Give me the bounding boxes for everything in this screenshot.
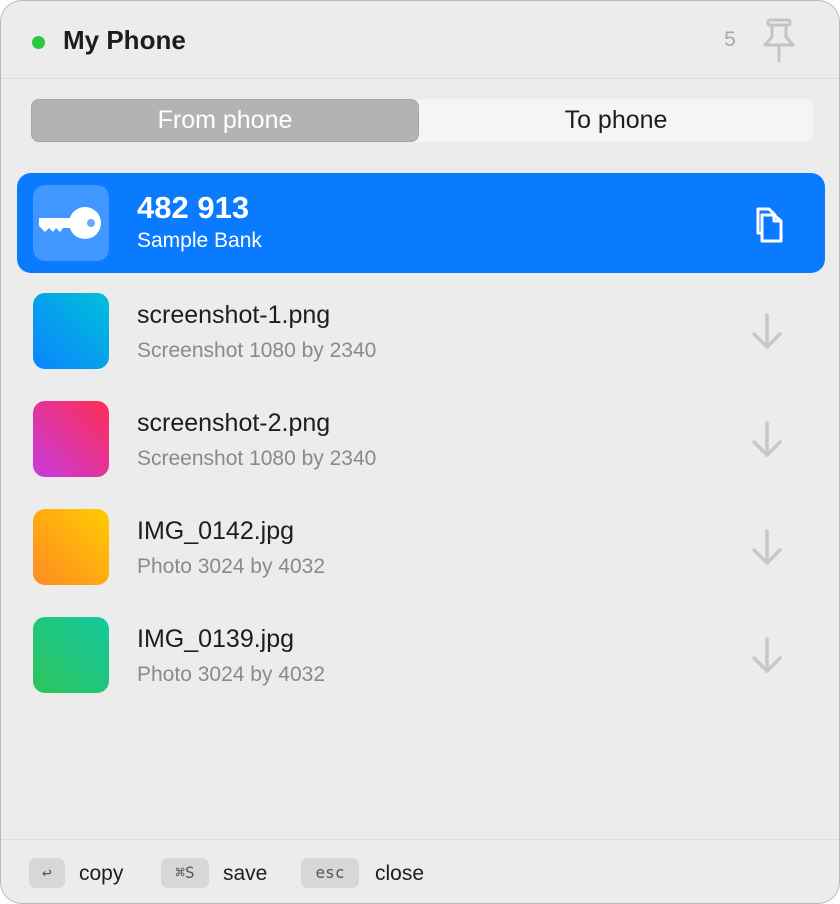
image-thumbnail [33, 617, 109, 693]
list-item-file[interactable]: IMG_0142.jpg Photo 3024 by 4032 [17, 497, 825, 597]
device-name: My Phone [63, 25, 186, 55]
item-title: 482 913 [137, 190, 250, 225]
item-subtitle: Screenshot 1080 by 2340 [137, 339, 377, 362]
save-shortcut-label: save [223, 862, 268, 885]
image-thumbnail [33, 293, 109, 369]
list-item-file[interactable]: IMG_0139.jpg Photo 3024 by 4032 [17, 605, 825, 705]
return-key-hint: ↩ [29, 858, 65, 888]
item-subtitle: Sample Bank [137, 229, 262, 252]
download-button[interactable] [745, 633, 789, 677]
download-button[interactable] [745, 525, 789, 569]
copy-shortcut-label: copy [79, 862, 124, 885]
list-item-file[interactable]: screenshot-1.png Screenshot 1080 by 2340 [17, 281, 825, 381]
item-subtitle: Photo 3024 by 4032 [137, 555, 325, 578]
keyboard-shortcuts-bar: ↩ copy ⌘S save esc close [1, 839, 839, 903]
close-shortcut-label: close [375, 862, 425, 885]
list-item-file[interactable]: screenshot-2.png Screenshot 1080 by 2340 [17, 389, 825, 489]
copy-button[interactable] [745, 201, 789, 245]
item-title: IMG_0142.jpg [137, 517, 295, 545]
list-item-code[interactable]: 482 913 Sample Bank [17, 173, 825, 273]
item-count: 5 [724, 28, 736, 51]
item-title: IMG_0139.jpg [137, 625, 295, 653]
pin-button[interactable] [757, 15, 801, 65]
download-arrow-icon [752, 421, 782, 457]
item-title: screenshot-2.png [137, 409, 331, 437]
download-button[interactable] [745, 309, 789, 353]
esc-key-hint: esc [301, 858, 359, 888]
pin-icon [763, 18, 795, 63]
key-icon [39, 207, 101, 239]
tab-to-phone[interactable]: To phone [419, 99, 813, 142]
direction-segmented-control: From phone To phone [31, 99, 813, 142]
connection-status-dot [32, 36, 45, 49]
item-title: screenshot-1.png [137, 301, 331, 329]
tab-from-phone[interactable]: From phone [31, 99, 419, 142]
item-subtitle: Photo 3024 by 4032 [137, 663, 325, 686]
item-subtitle: Screenshot 1080 by 2340 [137, 447, 377, 470]
download-arrow-icon [752, 313, 782, 349]
image-thumbnail [33, 401, 109, 477]
download-arrow-icon [752, 637, 782, 673]
cmd-s-key-hint: ⌘S [161, 858, 209, 888]
image-thumbnail [33, 509, 109, 585]
phone-transfer-window: My Phone 5 From phone To phone 482 913 S… [0, 0, 840, 904]
header: My Phone 5 [1, 1, 839, 79]
download-arrow-icon [752, 529, 782, 565]
copy-icon [756, 207, 783, 243]
thumbnail [33, 185, 109, 261]
download-button[interactable] [745, 417, 789, 461]
